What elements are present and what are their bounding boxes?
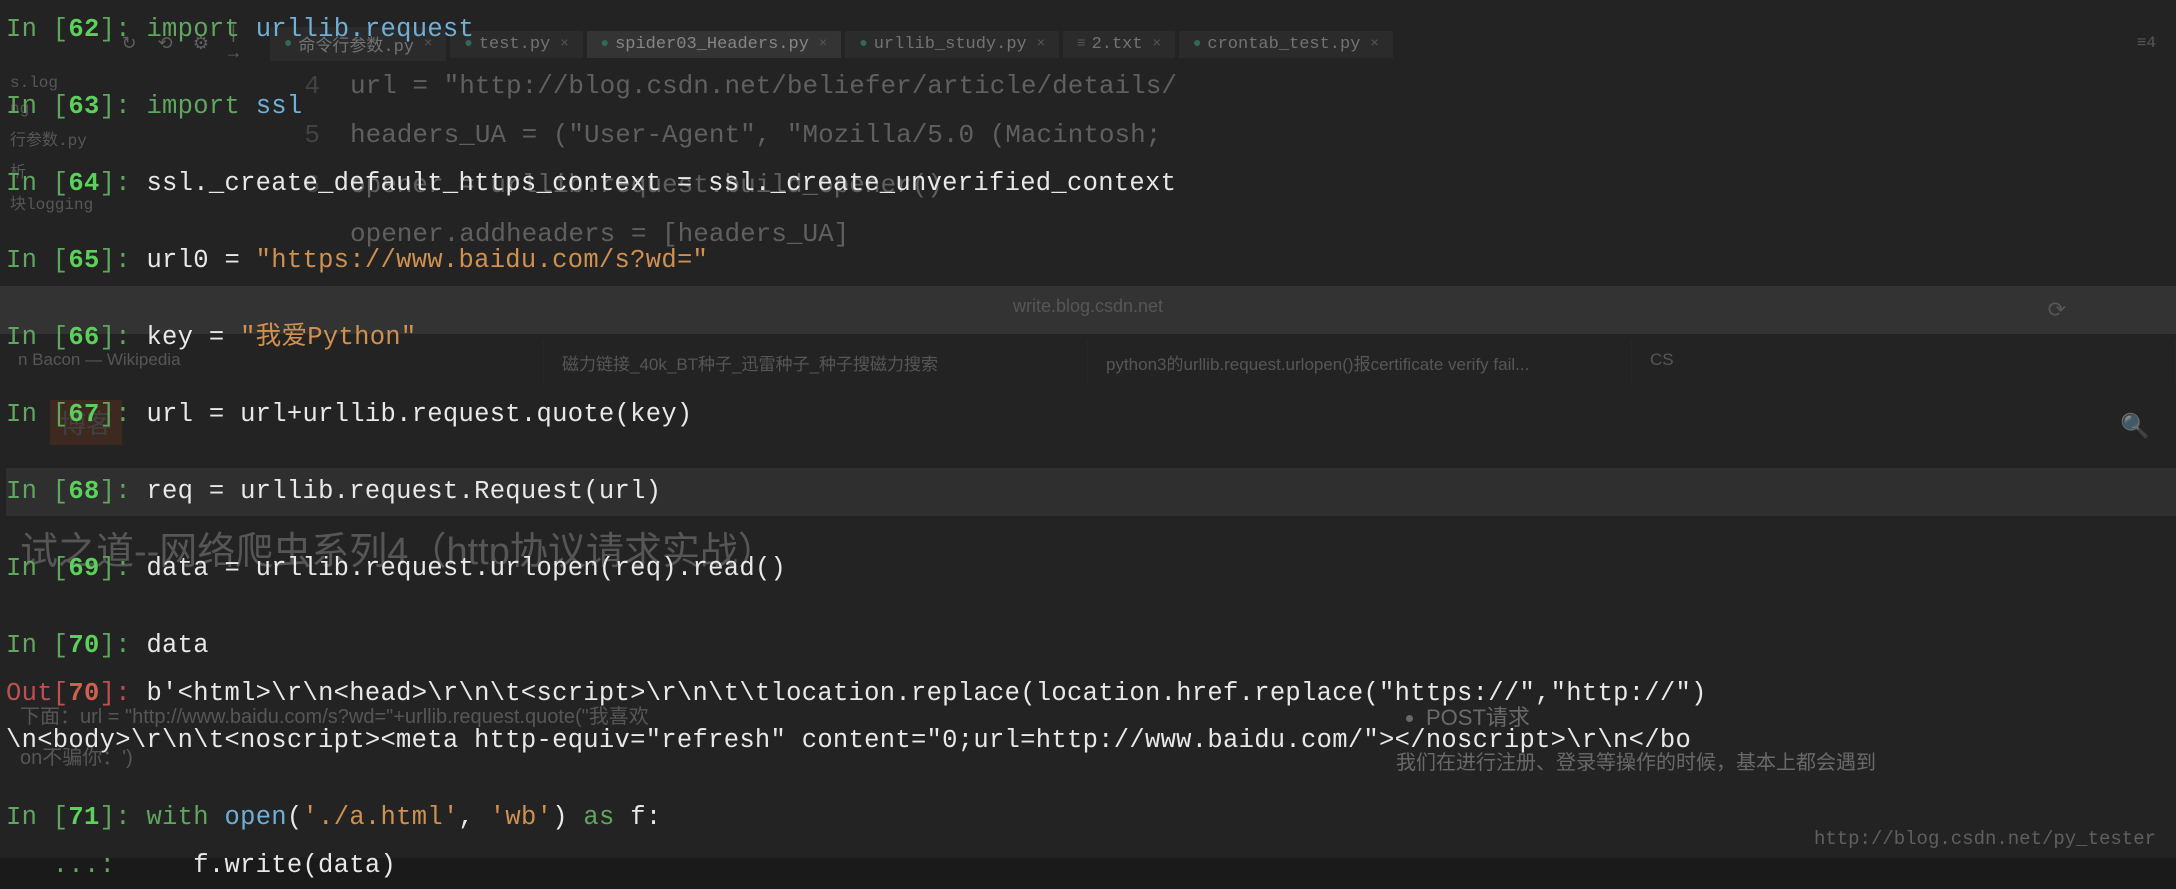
terminal-line (6, 131, 2176, 161)
terminal-line (6, 362, 2176, 392)
terminal-line: In [66]: key = "我爱Python" (6, 314, 2176, 362)
terminal-line (6, 208, 2176, 238)
terminal-line (6, 516, 2176, 546)
terminal-line (6, 54, 2176, 84)
terminal-line: In [70]: data (6, 622, 2176, 670)
terminal-line (6, 285, 2176, 315)
terminal-line: In [68]: req = urllib.request.Request(ur… (6, 468, 2176, 516)
terminal-line (6, 593, 2176, 623)
terminal-line: \n<body>\r\n\t<noscript><meta http-equiv… (6, 717, 2176, 765)
terminal-line: In [62]: import urllib.request (6, 6, 2176, 54)
terminal-line: In [67]: url = url+urllib.request.quote(… (6, 391, 2176, 439)
terminal-line: In [63]: import ssl (6, 83, 2176, 131)
watermark: http://blog.csdn.net/py_tester (1814, 828, 2156, 850)
ipython-terminal[interactable]: In [62]: import urllib.request In [63]: … (0, 0, 2176, 858)
terminal-line: In [65]: url0 = "https://www.baidu.com/s… (6, 237, 2176, 285)
terminal-line (6, 765, 2176, 795)
terminal-line (6, 439, 2176, 469)
terminal-line: In [64]: ssl._create_default_https_conte… (6, 160, 2176, 208)
terminal-line: In [69]: data = urllib.request.urlopen(r… (6, 545, 2176, 593)
terminal-line: Out[70]: b'<html>\r\n<head>\r\n\t<script… (6, 670, 2176, 718)
